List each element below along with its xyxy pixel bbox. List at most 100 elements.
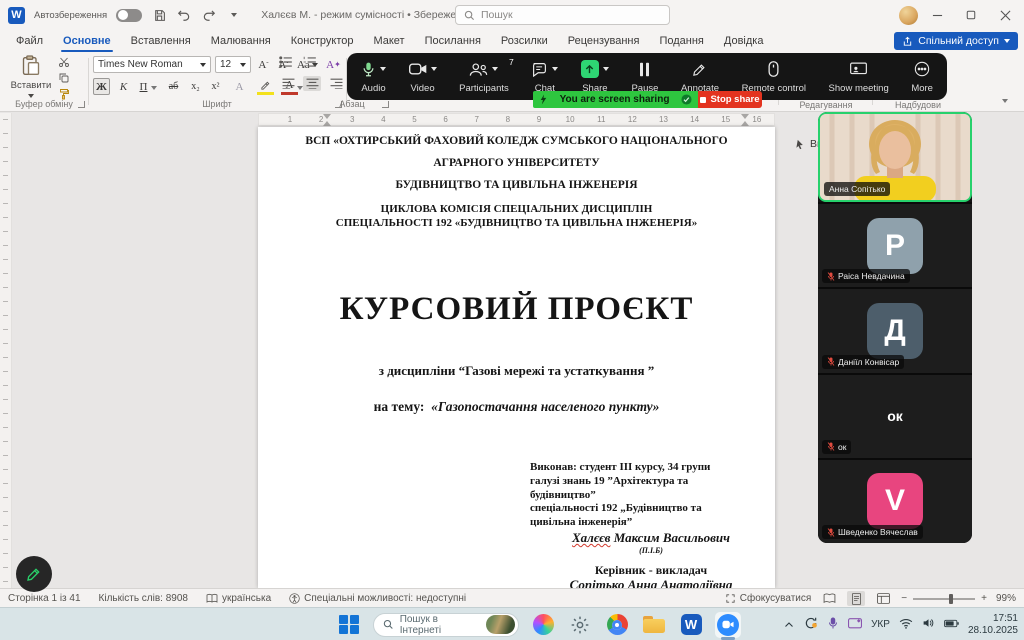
cut-button[interactable] [58, 56, 70, 71]
zoom-show-meeting-button[interactable]: Show meeting [825, 57, 893, 96]
tab-review[interactable]: Рецензування [558, 30, 650, 52]
close-button[interactable] [990, 1, 1020, 29]
tab-file[interactable]: Файл [6, 30, 53, 52]
copy-button[interactable] [58, 72, 70, 87]
participant-video-tile[interactable]: Анна Сопітько [818, 112, 972, 202]
zoom-out-button[interactable]: − [901, 593, 907, 604]
copilot-app-icon[interactable] [530, 612, 556, 638]
chevron-down-icon[interactable] [492, 67, 498, 71]
numbered-list-button[interactable] [303, 56, 317, 71]
chevron-down-icon[interactable] [380, 67, 386, 71]
page-indicator[interactable]: Сторінка 1 із 41 [8, 593, 81, 604]
bold-button[interactable]: Ж [93, 78, 110, 95]
superscript-button[interactable]: х² [207, 78, 224, 95]
zoom-slider-knob[interactable] [949, 594, 953, 604]
language-indicator[interactable]: УКР [871, 619, 890, 630]
undo-icon[interactable] [176, 7, 192, 23]
word-app-icon[interactable]: W [678, 612, 704, 638]
file-explorer-icon[interactable] [641, 612, 667, 638]
accessibility-status[interactable]: Спеціальні можливості: недоступні [289, 593, 466, 604]
clock[interactable]: 17:51 28.10.2025 [968, 613, 1018, 637]
tab-references[interactable]: Посилання [415, 30, 491, 52]
subscript-button[interactable]: х₂ [187, 78, 204, 95]
web-layout-button[interactable] [874, 591, 892, 606]
chevron-down-icon[interactable] [431, 67, 437, 71]
zoom-annotate-fab[interactable] [16, 556, 52, 592]
zoom-audio-button[interactable]: Audio [357, 57, 390, 96]
proofing-status[interactable]: українська [206, 593, 271, 604]
tab-design[interactable]: Конструктор [281, 30, 364, 52]
chevron-down-icon[interactable] [552, 67, 558, 71]
doc-author-block: Виконав: студент ІІІ курсу, 34 групи гал… [530, 461, 772, 530]
font-name-combo[interactable]: Times New Roman [93, 56, 211, 73]
taskbar-search[interactable]: Пошук в Інтернеті [373, 613, 519, 637]
redo-icon[interactable] [201, 7, 217, 23]
maximize-button[interactable] [956, 1, 986, 29]
account-avatar[interactable] [899, 6, 918, 25]
bullet-list-button[interactable] [279, 56, 293, 71]
text-effects-button[interactable]: А [231, 78, 248, 95]
paragraph-dialog-launcher[interactable] [382, 101, 389, 108]
quick-access-menu-icon[interactable] [226, 7, 242, 23]
zoom-app-icon[interactable] [715, 612, 741, 638]
align-center-button[interactable] [303, 76, 321, 91]
print-layout-button[interactable] [847, 591, 865, 606]
collapse-ribbon-button[interactable] [1002, 96, 1008, 107]
tab-home[interactable]: Основне [53, 30, 121, 52]
tab-draw[interactable]: Малювання [201, 30, 281, 52]
participant-tile[interactable]: V Шведенко Вячеслав [818, 458, 972, 543]
participant-avatar: Р [867, 218, 923, 274]
document-title[interactable]: Халєєв М. - режим сумісності • Збережено [261, 9, 477, 21]
tab-mailings[interactable]: Розсилки [491, 30, 558, 52]
zoom-video-button[interactable]: Video [405, 57, 441, 96]
document-page[interactable]: ВСП «ОХТИРСЬКИЙ ФАХОВИЙ КОЛЕДЖ СУМСЬКОГО… [258, 127, 775, 588]
focus-mode-button[interactable]: Сфокусуватися [725, 593, 812, 604]
stop-share-button[interactable]: Stop share [698, 91, 762, 108]
battery-icon[interactable] [944, 619, 959, 631]
zoom-participants-button[interactable]: 7 Participants [455, 57, 513, 96]
tab-help[interactable]: Довідка [714, 30, 774, 52]
participant-tile[interactable]: ок ок [818, 373, 972, 458]
italic-button[interactable]: К [115, 78, 132, 95]
align-right-button[interactable] [327, 76, 345, 91]
zoom-in-button[interactable]: + [981, 593, 987, 604]
save-icon[interactable] [151, 7, 167, 23]
clear-formatting-button[interactable]: А✦ [325, 56, 342, 73]
participant-tile[interactable]: Д Даніїл Конвісар [818, 287, 972, 372]
strikethrough-button[interactable]: аб [165, 78, 182, 95]
microphone-tray-icon[interactable] [827, 617, 839, 633]
start-button[interactable] [336, 612, 362, 638]
chrome-app-icon[interactable] [604, 612, 630, 638]
tab-insert[interactable]: Вставлення [121, 30, 201, 52]
underline-button[interactable]: П [135, 78, 152, 95]
word-search-input[interactable]: Пошук [455, 5, 670, 25]
tray-overflow-icon[interactable] [783, 619, 795, 631]
clipboard-dialog-launcher[interactable] [78, 101, 85, 108]
wifi-icon[interactable] [899, 618, 913, 632]
grow-font-button[interactable]: Аˆ [255, 56, 272, 73]
font-size-combo[interactable]: 12 [215, 56, 251, 73]
highlight-button[interactable] [257, 78, 274, 95]
screenshot-tray-icon[interactable] [848, 617, 862, 632]
word-count[interactable]: Кількість слів: 8908 [99, 593, 188, 604]
indent-markers[interactable] [323, 114, 331, 126]
settings-app-icon[interactable] [567, 612, 593, 638]
ruler-number: 10 [565, 115, 575, 124]
right-indent-marker[interactable] [741, 114, 749, 126]
tab-view[interactable]: Подання [649, 30, 713, 52]
underline-options[interactable] [151, 83, 157, 94]
share-document-button[interactable]: Спільний доступ [894, 32, 1018, 50]
zoom-slider[interactable]: − + [901, 593, 987, 604]
tab-layout[interactable]: Макет [363, 30, 414, 52]
zoom-level[interactable]: 99% [996, 593, 1016, 604]
zoom-more-button[interactable]: More [907, 57, 937, 96]
participant-tile[interactable]: Р Раіса Невдачина [818, 202, 972, 287]
align-left-button[interactable] [279, 76, 297, 91]
minimize-button[interactable] [922, 1, 952, 29]
chevron-down-icon[interactable] [603, 67, 609, 71]
read-mode-button[interactable] [820, 591, 838, 606]
autosave-toggle[interactable] [116, 9, 142, 22]
sync-tray-icon[interactable] [804, 616, 818, 633]
volume-icon[interactable] [922, 617, 935, 632]
paste-button[interactable]: Вставити [10, 55, 52, 102]
